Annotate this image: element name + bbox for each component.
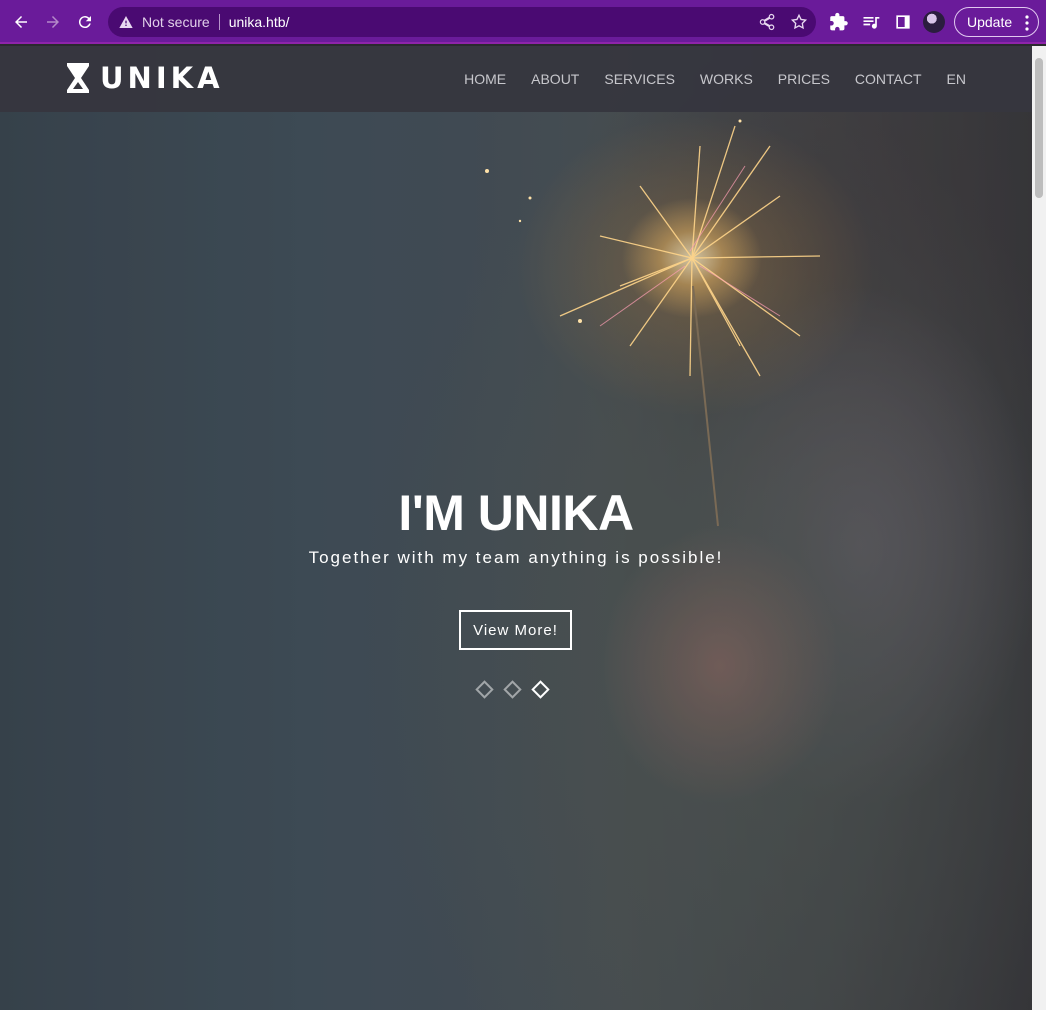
- nav-works[interactable]: WORKS: [700, 71, 753, 87]
- scrollbar-thumb[interactable]: [1035, 58, 1043, 198]
- warning-icon[interactable]: [118, 14, 134, 30]
- logo-text: UNIKA: [100, 61, 224, 95]
- forward-icon[interactable]: [37, 6, 69, 38]
- url-text[interactable]: unika.htb/: [229, 14, 290, 30]
- more-icon[interactable]: [1025, 15, 1029, 31]
- star-icon[interactable]: [790, 13, 808, 31]
- hero-subtitle: Together with my team anything is possib…: [308, 548, 724, 567]
- address-bar[interactable]: Not secure unika.htb/: [108, 7, 816, 37]
- nav-prices[interactable]: PRICES: [778, 71, 830, 87]
- media-icon[interactable]: [861, 12, 881, 32]
- slide-indicator-3[interactable]: [531, 680, 550, 699]
- share-icon[interactable]: [758, 13, 776, 31]
- divider: [218, 14, 220, 30]
- nav-language[interactable]: EN: [947, 71, 966, 87]
- nav-contact[interactable]: CONTACT: [855, 71, 922, 87]
- page-scrollbar[interactable]: [1032, 46, 1046, 1010]
- side-panel-icon[interactable]: [893, 12, 913, 32]
- nav-services[interactable]: SERVICES: [604, 71, 675, 87]
- nav-home[interactable]: HOME: [464, 71, 506, 87]
- web-page: UNIKA HOME ABOUT SERVICES WORKS PRICES C…: [0, 46, 1032, 1010]
- nav-about[interactable]: ABOUT: [531, 71, 579, 87]
- update-button[interactable]: Update: [954, 7, 1039, 37]
- extensions-icon[interactable]: [829, 12, 849, 32]
- reload-icon[interactable]: [69, 6, 101, 38]
- update-label: Update: [967, 14, 1013, 30]
- browser-toolbar: Not secure unika.htb/ Update: [0, 0, 1046, 44]
- site-navbar: UNIKA HOME ABOUT SERVICES WORKS PRICES C…: [0, 46, 1032, 112]
- back-icon[interactable]: [5, 6, 37, 38]
- hero-title: I'M UNIKA: [398, 485, 634, 541]
- slide-indicator-2[interactable]: [503, 680, 522, 699]
- site-logo[interactable]: UNIKA: [66, 61, 224, 95]
- slider-indicators: [475, 680, 562, 699]
- profile-avatar[interactable]: [923, 11, 945, 33]
- slide-indicator-1[interactable]: [475, 680, 494, 699]
- main-menu: HOME ABOUT SERVICES WORKS PRICES CONTACT…: [439, 46, 966, 112]
- security-status[interactable]: Not secure: [142, 14, 210, 30]
- hourglass-logo-icon: [67, 63, 89, 93]
- view-more-button[interactable]: View More!: [459, 610, 572, 650]
